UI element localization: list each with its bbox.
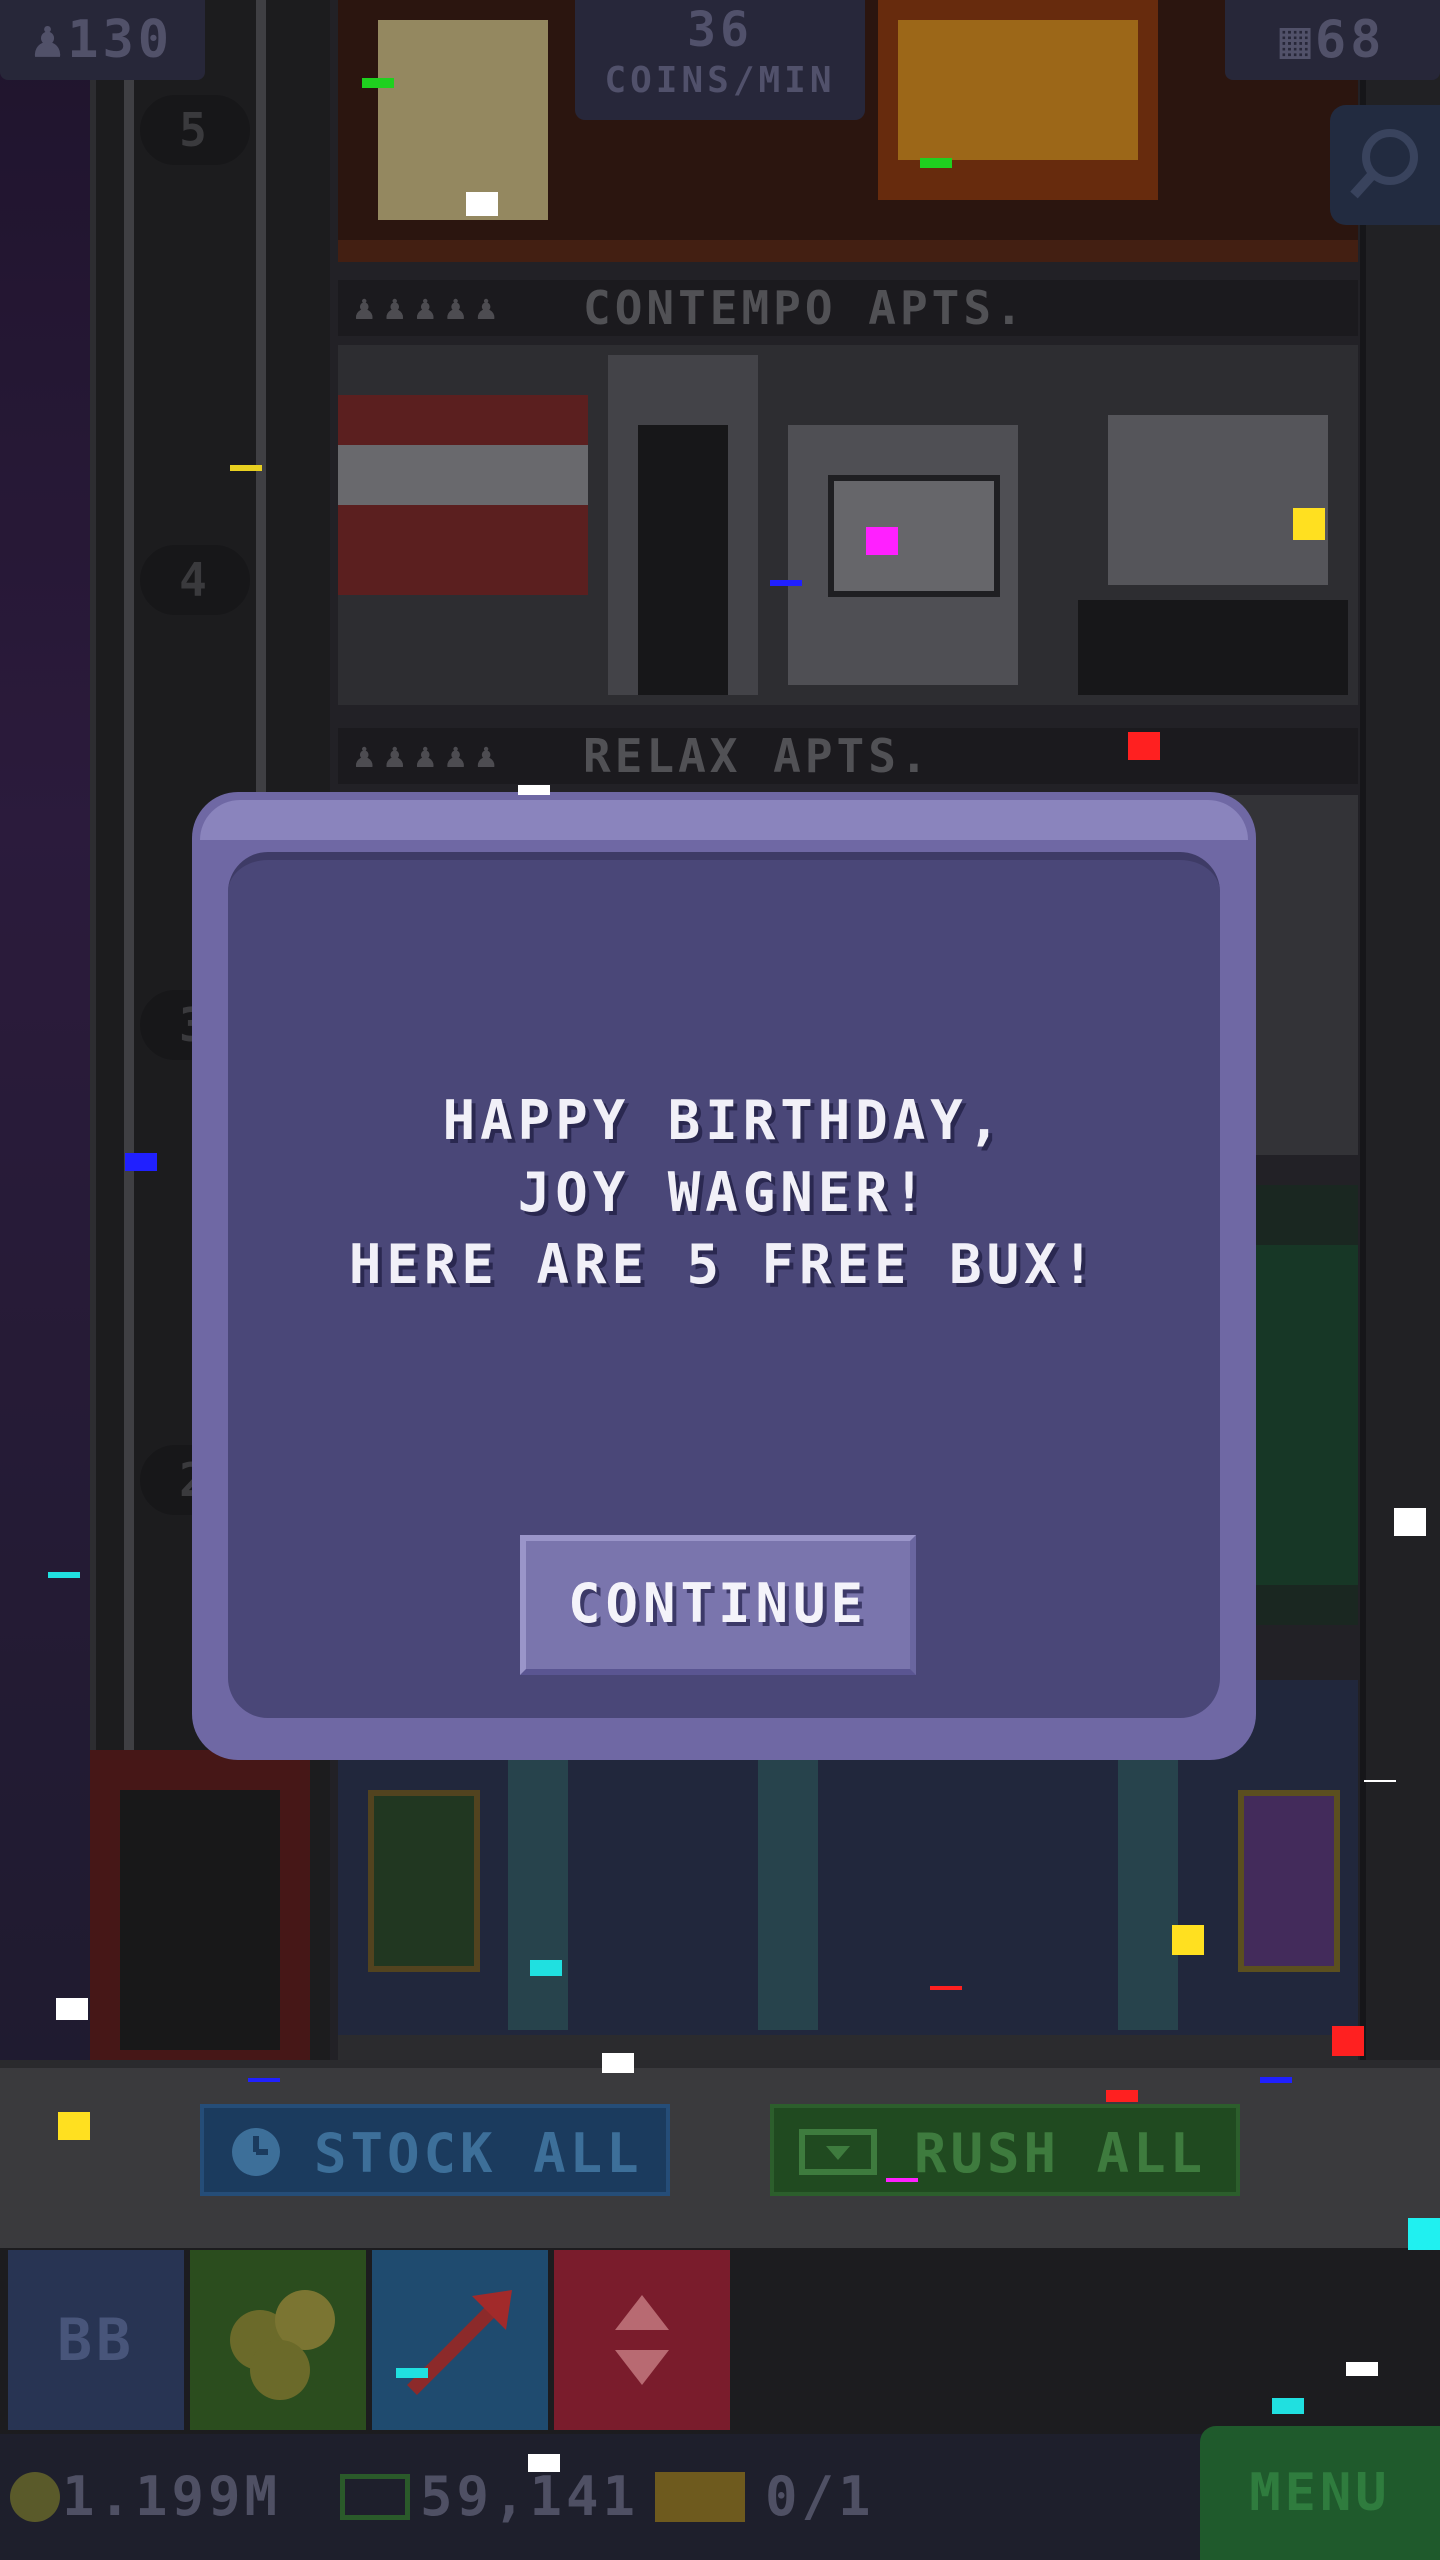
confetti: [518, 785, 550, 795]
game-scene: 5 4 3 2 ♟♟♟♟♟ CONTEMPO APTS. ♟♟♟♟♟ RELAX…: [0, 0, 1440, 2560]
bux-icon: [799, 2129, 877, 2175]
rush-all-button[interactable]: RUSH ALL: [770, 2104, 1240, 2196]
confetti: [530, 1960, 562, 1976]
confetti: [1332, 2026, 1364, 2056]
confetti: [1293, 508, 1325, 540]
tab-bitbook[interactable]: BB: [8, 2250, 184, 2430]
confetti: [1106, 2090, 1138, 2102]
confetti: [48, 1572, 80, 1578]
confetti: [920, 158, 952, 168]
confetti: [56, 1998, 88, 2020]
confetti: [125, 1153, 157, 1171]
confetti: [1272, 2398, 1304, 2414]
confetti: [362, 78, 394, 88]
confetti: [866, 527, 898, 555]
confetti: [248, 2078, 280, 2082]
tab-elevator[interactable]: [554, 2250, 730, 2430]
ticket-icon: [655, 2472, 745, 2522]
confetti: [1172, 1925, 1204, 1955]
confetti: [396, 2368, 428, 2378]
confetti: [58, 2112, 90, 2140]
confetti: [930, 1986, 962, 1990]
menu-button[interactable]: MENU: [1200, 2426, 1440, 2560]
dialog-message: HAPPY BIRTHDAY, JOY WAGNER! HERE ARE 5 F…: [348, 1089, 1100, 1296]
confetti: [528, 2454, 560, 2472]
confetti: [466, 192, 498, 216]
confetti: [886, 2178, 918, 2182]
confetti: [1128, 732, 1160, 760]
coins-icon: [230, 2290, 335, 2400]
clock-icon: [232, 2128, 280, 2176]
arrow-icon: [407, 2290, 512, 2395]
continue-button[interactable]: CONTINUE: [520, 1535, 916, 1675]
stock-all-label: STOCK ALL: [314, 2122, 643, 2185]
tab-coins[interactable]: [190, 2250, 366, 2430]
confetti: [1408, 2218, 1440, 2250]
tab-arrow[interactable]: [372, 2250, 548, 2430]
coins-value: 1.199M: [62, 2465, 282, 2528]
bux-icon: [340, 2474, 410, 2520]
confetti: [230, 465, 262, 471]
confetti: [1394, 1508, 1426, 1536]
confetti: [1346, 2362, 1378, 2376]
rush-all-label: RUSH ALL: [914, 2122, 1207, 2185]
stock-all-button[interactable]: STOCK ALL: [200, 2104, 670, 2196]
confetti: [770, 580, 802, 586]
coin-icon: [10, 2472, 60, 2522]
confetti: [1364, 1780, 1396, 1782]
elevator-icon: [615, 2295, 669, 2385]
confetti: [602, 2053, 634, 2073]
confetti: [1260, 2077, 1292, 2083]
bux-value: 59,141: [420, 2465, 640, 2528]
tickets-value: 0/1: [765, 2465, 875, 2528]
